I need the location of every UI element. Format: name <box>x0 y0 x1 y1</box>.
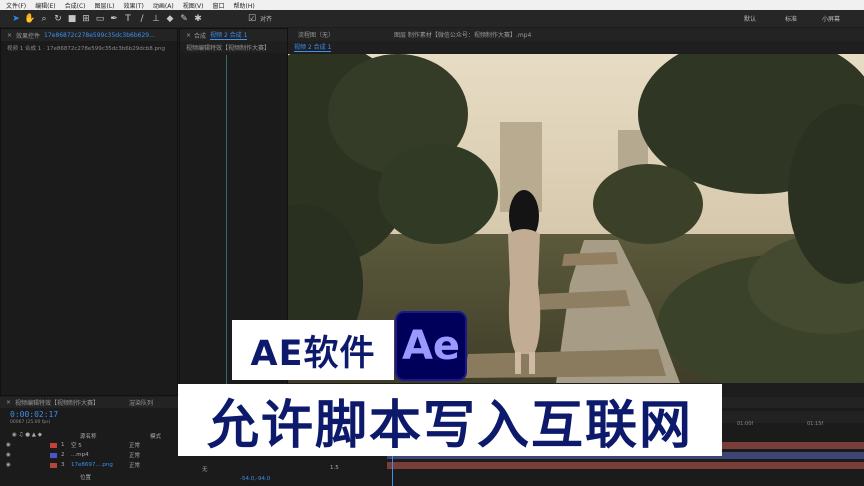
close-icon[interactable]: × <box>7 32 12 39</box>
layer-color-swatch <box>50 452 57 458</box>
effect-controls-tab[interactable]: 效果控件 <box>16 31 40 40</box>
composition-subtabs: 视频编辑特效【视频制作大赛】 <box>180 41 287 53</box>
source-name-header: 源名称 <box>80 434 97 440</box>
roto-brush-tool-icon[interactable]: ✎ <box>178 13 190 25</box>
menu-animation[interactable]: 动画(A) <box>153 1 174 10</box>
render-queue-tab[interactable]: 渲染队列 <box>129 398 153 407</box>
layer-mode[interactable]: 正常 <box>129 441 140 449</box>
workspace-small-screen[interactable]: 小屏幕 <box>822 14 840 23</box>
overlay-title-line1: AE软件 <box>232 320 394 380</box>
composition-tabbar: × 合成 视频 2 合成 1 <box>180 29 287 41</box>
flowchart-tab[interactable]: 流程图（无） <box>298 30 334 39</box>
layer-color-swatch <box>50 462 57 468</box>
menu-view[interactable]: 视图(V) <box>183 1 204 10</box>
layer-row[interactable]: ◉ 3 17e8697....png 正常 <box>6 461 140 469</box>
comp-close-icon[interactable]: × <box>186 32 191 39</box>
layer-row[interactable]: ◉ 2 ...mp4 正常 <box>6 451 140 459</box>
type-tool-icon[interactable]: T <box>122 13 134 25</box>
layer-mode[interactable]: 正常 <box>129 461 140 469</box>
layer-row[interactable]: ◉ 1 空 5 正常 <box>6 441 140 449</box>
layer-name[interactable]: 17e8697....png <box>71 462 129 468</box>
effect-controls-tabbar: × 效果控件 17e86872c278e599c35dc3b6b629... <box>1 29 177 41</box>
comp-subtab-project[interactable]: 视频编辑特效【视频制作大赛】 <box>186 43 270 52</box>
layer-name[interactable]: 空 5 <box>71 441 129 449</box>
eraser-tool-icon[interactable]: ◆ <box>164 13 176 25</box>
position-value[interactable]: -54.0,-94.0 <box>240 476 270 482</box>
rectangle-tool-icon[interactable]: ▭ <box>94 13 106 25</box>
clone-stamp-tool-icon[interactable]: ⊥ <box>150 13 162 25</box>
timeline-tab[interactable]: 视频编辑特效【视频制作大赛】 <box>15 398 99 407</box>
viewer-comp-crumb[interactable]: 视频 2 合成 1 <box>294 42 332 52</box>
toolbar: ➤ ✋ ⌕ ↻ ■ ⊞ ▭ ✒ T / ⊥ ◆ ✎ ✱ ☑ 对齐 默认 标准 小… <box>0 10 864 27</box>
ruler-label: 01:00f <box>737 421 754 427</box>
viewer-tabbar: 流程图（无） 图层 制作素材【微信公众号：视频制作大赛】.mp4 <box>288 28 864 41</box>
eye-column-icon: ◉ ♫ ● ▲ ◆ <box>12 432 42 438</box>
guide-line <box>226 55 227 395</box>
property-row[interactable]: 位置 <box>80 473 91 481</box>
property-name: 位置 <box>80 475 92 481</box>
pan-behind-tool-icon[interactable]: ⊞ <box>80 13 92 25</box>
rotate-tool-icon[interactable]: ↻ <box>52 13 64 25</box>
effect-controls-file: 17e86872c278e599c35dc3b6b629... <box>44 31 155 39</box>
mode-header: 模式 <box>150 434 162 440</box>
puppet-tool-icon[interactable]: ✱ <box>192 13 204 25</box>
timecode[interactable]: 0:00:02:17 <box>10 410 58 419</box>
workspace-standard[interactable]: 标准 <box>785 14 797 23</box>
person-dress <box>508 229 541 354</box>
layer-name[interactable]: ...mp4 <box>71 452 129 458</box>
layer-number: 2 <box>61 452 65 458</box>
layer-mode[interactable]: 正常 <box>129 451 140 459</box>
menu-help[interactable]: 帮助(H) <box>234 1 255 10</box>
brush-tool-icon[interactable]: / <box>136 13 148 25</box>
layer-color-swatch <box>50 442 57 448</box>
layer-number: 3 <box>61 462 65 468</box>
parent-none[interactable]: 无 <box>202 465 208 473</box>
menu-file[interactable]: 文件(F) <box>6 1 26 10</box>
snap-label: 对齐 <box>260 16 273 23</box>
workspace-default[interactable]: 默认 <box>744 14 756 23</box>
effect-controls-subtitle: 视频 1 合成 1 · 17e86872c278e599c35dc3b6b29d… <box>7 46 166 52</box>
camera-tool-icon[interactable]: ■ <box>66 13 78 25</box>
selection-tool-icon[interactable]: ➤ <box>10 13 22 25</box>
frame-readout: 00067 (25.00 fps) <box>10 420 51 425</box>
ruler-label: 01:15f <box>807 421 824 427</box>
viewer-breadcrumb: 视频 2 合成 1 <box>288 41 864 53</box>
ae-logo-icon: Ae <box>395 311 467 381</box>
menu-window[interactable]: 窗口 <box>212 1 224 10</box>
menu-effect[interactable]: 效果(T) <box>124 1 144 10</box>
layer-tab[interactable]: 图层 制作素材【微信公众号：视频制作大赛】.mp4 <box>394 30 531 39</box>
zoom-tool-icon[interactable]: ⌕ <box>38 13 50 25</box>
hand-tool-icon[interactable]: ✋ <box>24 13 36 25</box>
menu-composition[interactable]: 合成(C) <box>65 1 86 10</box>
pen-tool-icon[interactable]: ✒ <box>108 13 120 25</box>
comp-tab-active[interactable]: 视频 2 合成 1 <box>210 30 248 40</box>
menu-layer[interactable]: 图层(L) <box>95 1 115 10</box>
snap-checkbox-icon[interactable]: ☑ <box>246 13 258 25</box>
timeline-close-icon[interactable]: × <box>6 399 11 406</box>
layer-bar[interactable] <box>387 462 864 469</box>
menu-bar: 文件(F) 编辑(E) 合成(C) 图层(L) 效果(T) 动画(A) 视图(V… <box>0 0 864 10</box>
comp-tab[interactable]: 合成 <box>194 31 206 40</box>
overlay-title-line2: 允许脚本写入互联网 <box>178 384 722 456</box>
menu-edit[interactable]: 编辑(E) <box>35 1 55 10</box>
effect-controls-panel: × 效果控件 17e86872c278e599c35dc3b6b629... 视… <box>0 28 178 396</box>
stretch-value[interactable]: 1.5 <box>330 465 339 471</box>
layer-number: 1 <box>61 442 65 448</box>
